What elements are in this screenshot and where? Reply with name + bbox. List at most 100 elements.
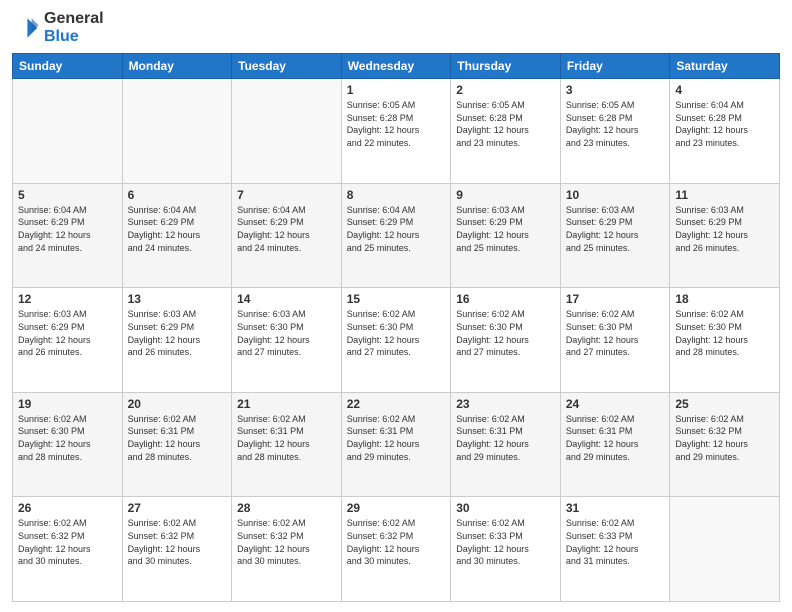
calendar-cell [670,497,780,602]
cell-info: Sunrise: 6:02 AM Sunset: 6:31 PM Dayligh… [456,413,555,463]
calendar-day-header: Monday [122,54,232,79]
calendar-cell: 9 Sunrise: 6:03 AM Sunset: 6:29 PM Daylig… [451,183,561,288]
calendar-cell: 20 Sunrise: 6:02 AM Sunset: 6:31 PM Dayli… [122,392,232,497]
day-number: 26 [18,501,117,515]
calendar-cell: 27 Sunrise: 6:02 AM Sunset: 6:32 PM Dayli… [122,497,232,602]
calendar-day-header: Thursday [451,54,561,79]
day-number: 25 [675,397,774,411]
calendar-header-row: SundayMondayTuesdayWednesdayThursdayFrid… [13,54,780,79]
cell-info: Sunrise: 6:02 AM Sunset: 6:31 PM Dayligh… [128,413,227,463]
day-number: 7 [237,188,336,202]
calendar-cell: 6 Sunrise: 6:04 AM Sunset: 6:29 PM Daylig… [122,183,232,288]
cell-info: Sunrise: 6:02 AM Sunset: 6:30 PM Dayligh… [566,308,665,358]
cell-info: Sunrise: 6:03 AM Sunset: 6:29 PM Dayligh… [128,308,227,358]
day-number: 16 [456,292,555,306]
day-number: 4 [675,83,774,97]
day-number: 11 [675,188,774,202]
logo-text: General Blue [44,10,104,45]
cell-info: Sunrise: 6:02 AM Sunset: 6:32 PM Dayligh… [128,517,227,567]
calendar-cell: 22 Sunrise: 6:02 AM Sunset: 6:31 PM Dayli… [341,392,451,497]
calendar-cell [122,79,232,184]
calendar-cell: 18Sunrise: 6:02 AM Sunset: 6:30 PM Dayli… [670,288,780,393]
logo: General Blue [12,10,104,45]
cell-info: Sunrise: 6:04 AM Sunset: 6:29 PM Dayligh… [237,204,336,254]
calendar-week-row: 12 Sunrise: 6:03 AM Sunset: 6:29 PM Dayli… [13,288,780,393]
calendar-cell: 1Sunrise: 6:05 AM Sunset: 6:28 PM Daylig… [341,79,451,184]
cell-info: Sunrise: 6:02 AM Sunset: 6:31 PM Dayligh… [566,413,665,463]
day-number: 29 [347,501,446,515]
calendar-week-row: 5 Sunrise: 6:04 AM Sunset: 6:29 PM Daylig… [13,183,780,288]
calendar-cell: 19 Sunrise: 6:02 AM Sunset: 6:30 PM Dayli… [13,392,123,497]
calendar-cell [13,79,123,184]
cell-info: Sunrise: 6:04 AM Sunset: 6:29 PM Dayligh… [347,204,446,254]
calendar-cell [232,79,342,184]
calendar-cell: 28 Sunrise: 6:02 AM Sunset: 6:32 PM Dayli… [232,497,342,602]
cell-info: Sunrise: 6:05 AM Sunset: 6:28 PM Dayligh… [566,99,665,149]
calendar-cell: 11 Sunrise: 6:03 AM Sunset: 6:29 PM Dayli… [670,183,780,288]
day-number: 15 [347,292,446,306]
cell-info: Sunrise: 6:03 AM Sunset: 6:29 PM Dayligh… [456,204,555,254]
day-number: 5 [18,188,117,202]
cell-info: Sunrise: 6:03 AM Sunset: 6:29 PM Dayligh… [566,204,665,254]
day-number: 21 [237,397,336,411]
day-number: 8 [347,188,446,202]
cell-info: Sunrise: 6:02 AM Sunset: 6:33 PM Dayligh… [456,517,555,567]
day-number: 14 [237,292,336,306]
calendar-day-header: Tuesday [232,54,342,79]
calendar-cell: 26 Sunrise: 6:02 AM Sunset: 6:32 PM Dayli… [13,497,123,602]
day-number: 22 [347,397,446,411]
day-number: 1 [347,83,446,97]
calendar-day-header: Sunday [13,54,123,79]
cell-info: Sunrise: 6:03 AM Sunset: 6:29 PM Dayligh… [18,308,117,358]
day-number: 27 [128,501,227,515]
cell-info: Sunrise: 6:02 AM Sunset: 6:30 PM Dayligh… [456,308,555,358]
day-number: 2 [456,83,555,97]
calendar-day-header: Friday [560,54,670,79]
calendar-cell: 7 Sunrise: 6:04 AM Sunset: 6:29 PM Daylig… [232,183,342,288]
calendar-cell: 2 Sunrise: 6:05 AM Sunset: 6:28 PM Daylig… [451,79,561,184]
day-number: 12 [18,292,117,306]
header: General Blue [12,10,780,45]
calendar-cell: 5 Sunrise: 6:04 AM Sunset: 6:29 PM Daylig… [13,183,123,288]
calendar-day-header: Saturday [670,54,780,79]
cell-info: Sunrise: 6:05 AM Sunset: 6:28 PM Dayligh… [456,99,555,149]
calendar-cell: 24 Sunrise: 6:02 AM Sunset: 6:31 PM Dayli… [560,392,670,497]
calendar-cell: 14 Sunrise: 6:03 AM Sunset: 6:30 PM Dayli… [232,288,342,393]
calendar-cell: 25 Sunrise: 6:02 AM Sunset: 6:32 PM Dayli… [670,392,780,497]
cell-info: Sunrise: 6:03 AM Sunset: 6:29 PM Dayligh… [675,204,774,254]
calendar-cell: 29Sunrise: 6:02 AM Sunset: 6:32 PM Dayli… [341,497,451,602]
page: General Blue SundayMondayTuesdayWednesda… [0,0,792,612]
cell-info: Sunrise: 6:02 AM Sunset: 6:31 PM Dayligh… [237,413,336,463]
cell-info: Sunrise: 6:02 AM Sunset: 6:33 PM Dayligh… [566,517,665,567]
day-number: 6 [128,188,227,202]
cell-info: Sunrise: 6:02 AM Sunset: 6:31 PM Dayligh… [347,413,446,463]
cell-info: Sunrise: 6:04 AM Sunset: 6:29 PM Dayligh… [18,204,117,254]
calendar-day-header: Wednesday [341,54,451,79]
day-number: 9 [456,188,555,202]
calendar-cell: 12 Sunrise: 6:03 AM Sunset: 6:29 PM Dayli… [13,288,123,393]
calendar-cell: 8 Sunrise: 6:04 AM Sunset: 6:29 PM Daylig… [341,183,451,288]
cell-info: Sunrise: 6:02 AM Sunset: 6:32 PM Dayligh… [18,517,117,567]
day-number: 24 [566,397,665,411]
cell-info: Sunrise: 6:04 AM Sunset: 6:29 PM Dayligh… [128,204,227,254]
day-number: 3 [566,83,665,97]
calendar-cell: 23Sunrise: 6:02 AM Sunset: 6:31 PM Dayli… [451,392,561,497]
calendar-table: SundayMondayTuesdayWednesdayThursdayFrid… [12,53,780,602]
day-number: 31 [566,501,665,515]
cell-info: Sunrise: 6:03 AM Sunset: 6:30 PM Dayligh… [237,308,336,358]
day-number: 28 [237,501,336,515]
day-number: 19 [18,397,117,411]
calendar-week-row: 1 Sunrise: 6:05 AM Sunset: 6:28 PM Daylig… [13,79,780,184]
calendar-week-row: 19 Sunrise: 6:02 AM Sunset: 6:30 PM Dayli… [13,392,780,497]
day-number: 17 [566,292,665,306]
cell-info: Sunrise: 6:02 AM Sunset: 6:32 PM Dayligh… [237,517,336,567]
cell-info: Sunrise: 6:02 AM Sunset: 6:32 PM Dayligh… [675,413,774,463]
logo-icon [12,14,40,42]
cell-info: Sunrise: 6:02 AM Sunset: 6:30 PM Dayligh… [18,413,117,463]
calendar-cell: 31 Sunrise: 6:02 AM Sunset: 6:33 PM Dayli… [560,497,670,602]
day-number: 10 [566,188,665,202]
calendar-cell: 10 Sunrise: 6:03 AM Sunset: 6:29 PM Dayli… [560,183,670,288]
cell-info: Sunrise: 6:04 AM Sunset: 6:28 PM Dayligh… [675,99,774,149]
day-number: 20 [128,397,227,411]
calendar-cell: 30Sunrise: 6:02 AM Sunset: 6:33 PM Dayli… [451,497,561,602]
